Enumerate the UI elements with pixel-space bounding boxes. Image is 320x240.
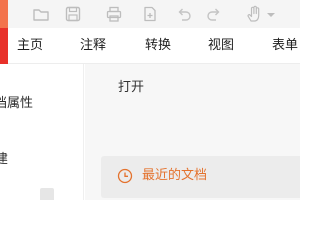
redo-icon[interactable] bbox=[203, 3, 225, 25]
tab-form[interactable]: 表单 bbox=[272, 28, 298, 64]
recent-documents-label: 最近的文档 bbox=[142, 168, 208, 183]
hand-tool-icon[interactable] bbox=[243, 3, 265, 25]
tab-convert[interactable]: 转换 bbox=[145, 28, 171, 64]
new-document-icon[interactable] bbox=[139, 3, 161, 25]
dropdown-arrow-icon[interactable] bbox=[264, 3, 278, 25]
clock-icon bbox=[117, 168, 133, 184]
file-menu-edge[interactable] bbox=[0, 28, 8, 64]
tab-view[interactable]: 视图 bbox=[208, 28, 234, 64]
save-icon[interactable] bbox=[62, 3, 84, 25]
file-menu-sidebar bbox=[0, 64, 84, 200]
undo-icon[interactable] bbox=[173, 3, 195, 25]
print-icon[interactable] bbox=[103, 3, 125, 25]
open-section-title: 打开 bbox=[118, 80, 145, 95]
sidebar-scroll-handle[interactable] bbox=[40, 188, 54, 200]
tab-home[interactable]: 主页 bbox=[17, 28, 43, 64]
sidebar-item-document-properties[interactable]: 档属性 bbox=[0, 94, 78, 114]
open-folder-icon[interactable] bbox=[30, 3, 52, 25]
app-accent-strip bbox=[0, 0, 8, 28]
sidebar-item-create[interactable]: 建 bbox=[0, 150, 79, 170]
tab-comment[interactable]: 注释 bbox=[80, 28, 106, 64]
